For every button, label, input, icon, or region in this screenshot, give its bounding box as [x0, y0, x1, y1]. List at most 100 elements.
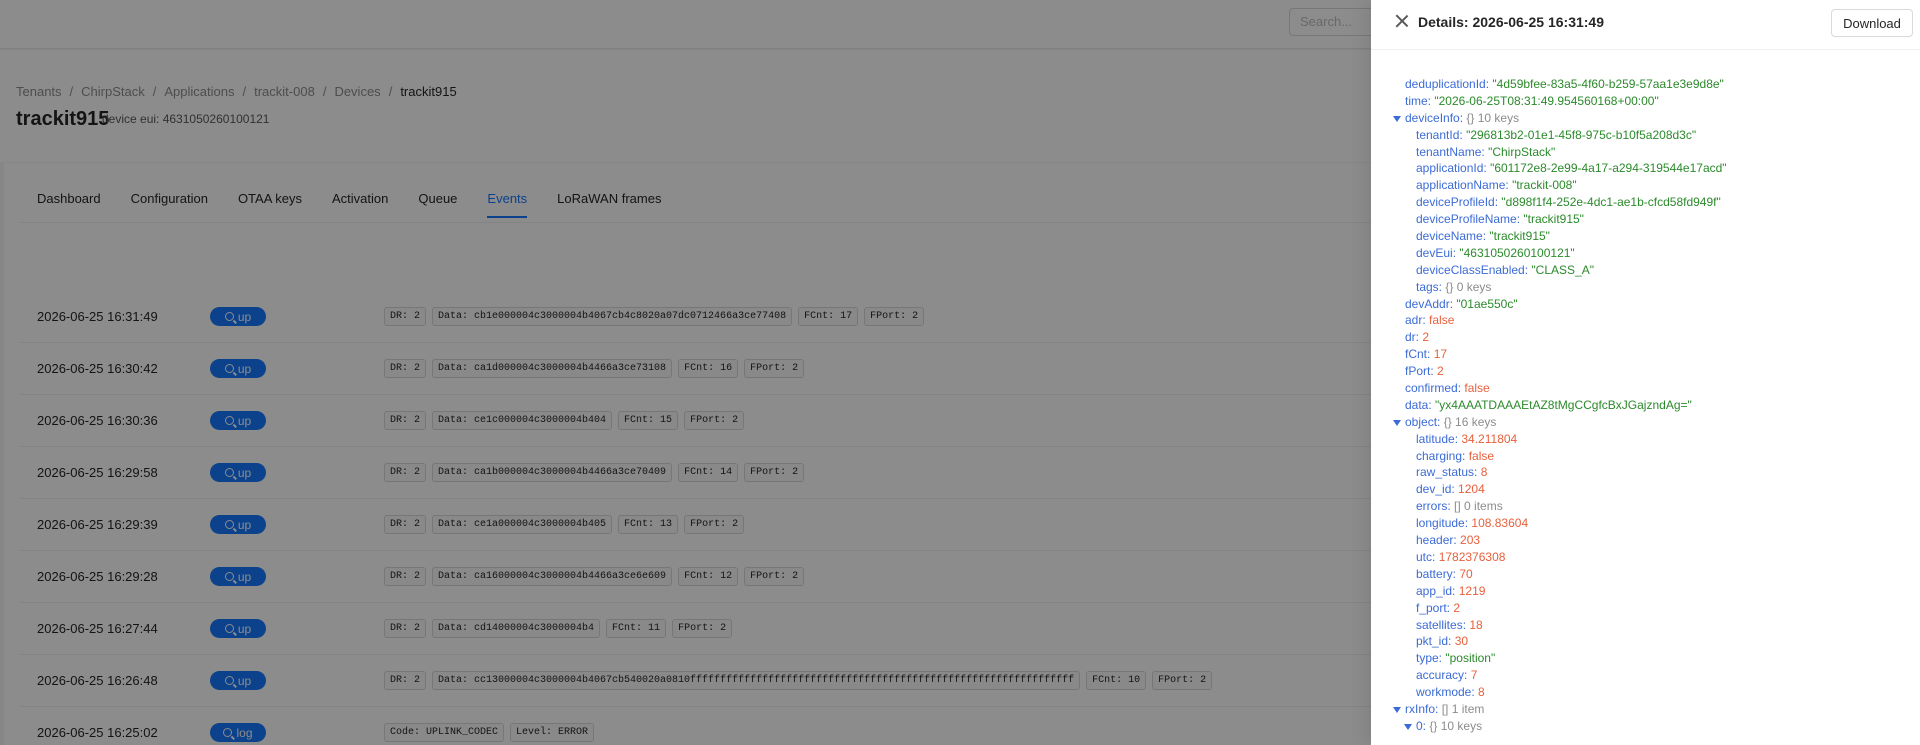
json-value: 17 — [1433, 347, 1448, 362]
json-key: accuracy: — [1416, 668, 1468, 683]
expand-caret-icon[interactable] — [1404, 723, 1412, 730]
json-key: fPort: — [1405, 364, 1434, 379]
json-key: dev_id: — [1416, 482, 1455, 497]
json-line: dev_id: 1204 — [1371, 481, 1920, 498]
json-value: 203 — [1460, 533, 1481, 548]
json-line: raw_status: 8 — [1371, 464, 1920, 481]
json-value: 8 — [1480, 465, 1488, 480]
drawer-title: Details: 2026-06-25 16:31:49 — [1418, 14, 1605, 30]
json-value: 18 — [1469, 617, 1483, 632]
json-line: deviceClassEnabled: "CLASS_A" — [1371, 262, 1920, 279]
json-key: longitude: — [1416, 516, 1469, 531]
json-value: [] 0 items — [1454, 499, 1503, 514]
json-value: "4631050260100121" — [1459, 245, 1575, 260]
json-value: "trackit-008" — [1512, 178, 1577, 193]
json-line: workmode: 8 — [1371, 684, 1920, 701]
json-key: 0: — [1416, 718, 1427, 733]
expand-caret-icon[interactable] — [1393, 115, 1401, 122]
json-key: applicationName: — [1416, 178, 1509, 193]
json-key: header: — [1416, 533, 1457, 548]
json-line: battery: 70 — [1371, 566, 1920, 583]
details-drawer: Details: 2026-06-25 16:31:49 Download de… — [1371, 0, 1920, 745]
json-key: pkt_id: — [1416, 634, 1452, 649]
json-line: time: "2026-06-25T08:31:49.954560168+00:… — [1371, 93, 1920, 110]
json-line: charging: false — [1371, 448, 1920, 465]
json-value: "601172e8-2e99-4a17-a294-319544e17acd" — [1490, 161, 1727, 176]
json-key: battery: — [1416, 566, 1457, 581]
json-value: 108.83604 — [1471, 516, 1529, 531]
json-line: devEui: "4631050260100121" — [1371, 245, 1920, 262]
json-value: "trackit915" — [1489, 229, 1550, 244]
json-line: devAddr: "01ae550c" — [1371, 296, 1920, 313]
json-value: "yx4AAATDAAAEtAZ8tMgCCgfcBxJGajzndAg=" — [1435, 397, 1692, 412]
json-line: satellites: 18 — [1371, 617, 1920, 634]
json-line: applicationId: "601172e8-2e99-4a17-a294-… — [1371, 160, 1920, 177]
json-value: "ChirpStack" — [1488, 144, 1556, 159]
json-line: accuracy: 7 — [1371, 667, 1920, 684]
json-key: tenantName: — [1416, 144, 1485, 159]
json-line: longitude: 108.83604 — [1371, 515, 1920, 532]
json-line[interactable]: 0: {} 10 keys — [1371, 718, 1920, 735]
json-value: "4d59bfee-83a5-4f60-b259-57aa1e3e9d8e" — [1492, 77, 1724, 91]
json-value: 7 — [1470, 668, 1478, 683]
json-line[interactable]: deviceInfo: {} 10 keys — [1371, 110, 1920, 127]
json-line: fCnt: 17 — [1371, 346, 1920, 363]
json-line: deviceName: "trackit915" — [1371, 228, 1920, 245]
json-key: latitude: — [1416, 431, 1459, 446]
json-value: false — [1464, 381, 1490, 396]
expand-caret-icon[interactable] — [1393, 706, 1401, 713]
json-value: 30 — [1454, 634, 1469, 649]
json-value: "trackit915" — [1523, 212, 1584, 227]
json-value: "CLASS_A" — [1531, 262, 1594, 277]
json-viewer: deduplicationId: "4d59bfee-83a5-4f60-b25… — [1371, 76, 1920, 735]
json-value: "position" — [1445, 651, 1496, 666]
json-line[interactable]: object: {} 16 keys — [1371, 414, 1920, 431]
json-line: dr: 2 — [1371, 329, 1920, 346]
json-key: deviceClassEnabled: — [1416, 262, 1529, 277]
json-line: type: "position" — [1371, 650, 1920, 667]
json-line: deduplicationId: "4d59bfee-83a5-4f60-b25… — [1371, 76, 1920, 93]
json-key: deviceName: — [1416, 229, 1487, 244]
json-value: "01ae550c" — [1456, 296, 1518, 311]
json-value: false — [1429, 313, 1455, 328]
json-key: time: — [1405, 93, 1432, 108]
json-key: adr: — [1405, 313, 1426, 328]
json-key: deviceProfileName: — [1416, 212, 1521, 227]
json-value: 1219 — [1458, 583, 1486, 598]
json-value: 1204 — [1458, 482, 1485, 497]
json-value: 70 — [1459, 566, 1473, 581]
json-value: "296813b2-01e1-45f8-975c-b10f5a208d3c" — [1466, 127, 1697, 142]
json-key: deviceInfo: — [1405, 110, 1464, 125]
json-line: data: "yx4AAATDAAAEtAZ8tMgCCgfcBxJGajznd… — [1371, 397, 1920, 414]
json-key: charging: — [1416, 448, 1466, 463]
json-key: confirmed: — [1405, 381, 1462, 396]
json-key: deduplicationId: — [1405, 77, 1490, 91]
json-line: tenantName: "ChirpStack" — [1371, 144, 1920, 161]
json-value: 34.211804 — [1461, 431, 1518, 446]
json-line: f_port: 2 — [1371, 600, 1920, 617]
json-key: devAddr: — [1405, 296, 1454, 311]
json-line: pkt_id: 30 — [1371, 633, 1920, 650]
json-line: applicationName: "trackit-008" — [1371, 177, 1920, 194]
json-key: type: — [1416, 651, 1443, 666]
json-line: tags: {} 0 keys — [1371, 279, 1920, 296]
json-value: {} 16 keys — [1443, 414, 1497, 429]
json-line[interactable]: rxInfo: [] 1 item — [1371, 701, 1920, 718]
expand-caret-icon[interactable] — [1393, 419, 1401, 426]
json-line: adr: false — [1371, 312, 1920, 329]
json-value: {} 10 keys — [1466, 110, 1520, 125]
json-key: data: — [1405, 397, 1432, 412]
json-value: 1782376308 — [1438, 549, 1506, 564]
json-key: utc: — [1416, 549, 1436, 564]
close-icon[interactable] — [1394, 13, 1410, 29]
json-key: tenantId: — [1416, 127, 1463, 142]
json-key: satellites: — [1416, 617, 1467, 632]
drawer-mask[interactable] — [0, 0, 1371, 745]
json-line: tenantId: "296813b2-01e1-45f8-975c-b10f5… — [1371, 127, 1920, 144]
json-key: errors: — [1416, 499, 1451, 514]
json-key: app_id: — [1416, 583, 1456, 598]
json-key: rxInfo: — [1405, 701, 1439, 716]
download-button[interactable]: Download — [1831, 9, 1913, 37]
json-key: dr: — [1405, 330, 1420, 345]
json-value: 2 — [1437, 364, 1444, 379]
